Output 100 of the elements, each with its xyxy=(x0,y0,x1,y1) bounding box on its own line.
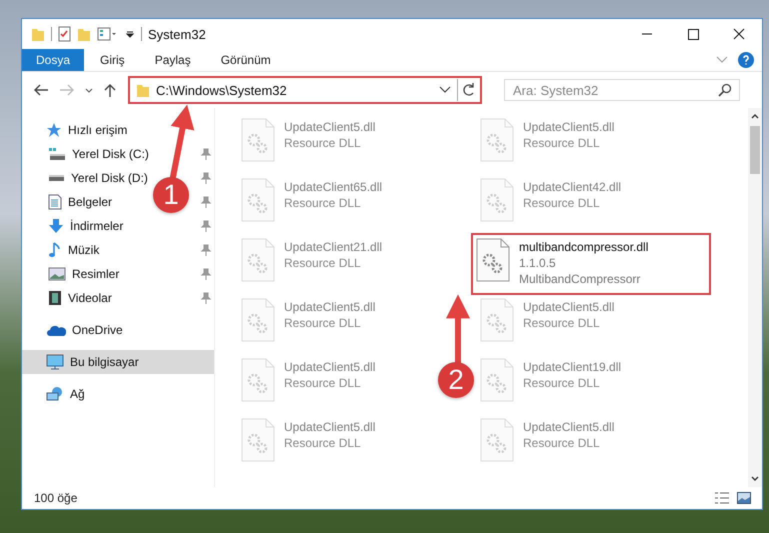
pin-icon[interactable] xyxy=(201,244,211,256)
file-detail: Resource DLL xyxy=(523,195,601,211)
cloud-icon xyxy=(46,323,66,337)
address-path: C:\Windows\System32 xyxy=(156,82,288,98)
dll-file-icon xyxy=(480,178,514,222)
properties-icon[interactable] xyxy=(97,26,119,42)
dll-file-icon xyxy=(480,298,514,342)
nav-item[interactable]: Videolar xyxy=(48,286,112,310)
file-name: UpdateClient42.dll xyxy=(523,179,622,195)
monitor-icon xyxy=(46,354,64,370)
nav-item[interactable]: İndirmeler xyxy=(48,214,124,238)
dll-file-icon xyxy=(241,358,275,402)
nav-item[interactable]: OneDrive xyxy=(22,318,214,342)
file-name: UpdateClient5.dll xyxy=(284,359,376,375)
file-item[interactable]: UpdateClient5.dll Resource DLL xyxy=(478,116,616,172)
nav-item[interactable]: Yerel Disk (C:) xyxy=(48,142,149,166)
file-detail: Resource DLL xyxy=(284,255,362,271)
item-count: 100 öğe xyxy=(34,491,78,505)
document-icon xyxy=(48,194,62,210)
ribbon-tab[interactable]: Dosya xyxy=(22,49,84,71)
dll-file-icon xyxy=(241,418,275,462)
file-item[interactable]: UpdateClient42.dll Resource DLL xyxy=(478,176,624,232)
ribbon-tab[interactable]: Paylaş xyxy=(140,49,205,71)
drive-icon xyxy=(49,175,64,181)
film-icon xyxy=(48,290,62,306)
scrollbar-thumb[interactable] xyxy=(750,126,760,174)
download-arrow-icon xyxy=(48,218,64,234)
pin-icon[interactable] xyxy=(201,148,211,160)
back-button[interactable] xyxy=(32,82,50,98)
file-detail: Resource DLL xyxy=(284,195,362,211)
star-icon xyxy=(46,122,62,138)
file-detail: Resource DLL xyxy=(284,135,362,151)
file-detail: Resource DLL xyxy=(523,435,601,451)
file-name: multibandcompressor.dll xyxy=(519,239,648,255)
file-name: UpdateClient5.dll xyxy=(523,299,614,315)
dll-file-icon xyxy=(241,298,275,342)
scrollbar[interactable] xyxy=(748,108,762,487)
file-item[interactable]: UpdateClient5.dll Resource DLL xyxy=(239,116,378,172)
file-item[interactable]: UpdateClient19.dll Resource DLL xyxy=(478,356,624,412)
chevron-down-icon[interactable] xyxy=(439,86,451,94)
nav-item[interactable]: Müzik xyxy=(48,238,100,262)
file-name: UpdateClient19.dll xyxy=(523,359,622,375)
search-field[interactable]: Ara: System32 xyxy=(504,79,740,101)
file-detail: 1.1.0.5 xyxy=(519,255,557,271)
file-detail: Resource DLL xyxy=(284,315,362,331)
file-item[interactable]: UpdateClient5.dll Resource DLL xyxy=(478,296,616,352)
ribbon-tab[interactable]: Görünüm xyxy=(206,49,285,71)
nav-item[interactable]: Belgeler xyxy=(48,190,112,214)
dll-file-icon xyxy=(480,118,514,162)
large-icons-view-icon[interactable] xyxy=(736,491,752,505)
file-detail: Resource DLL xyxy=(284,375,362,391)
nav-item[interactable]: Yerel Disk (D:) xyxy=(48,166,148,190)
dll-file-icon xyxy=(241,118,275,162)
pin-icon[interactable] xyxy=(201,292,211,304)
arrow xyxy=(446,294,470,364)
ribbon-tab[interactable]: Giriş xyxy=(86,49,139,71)
file-name: UpdateClient5.dll xyxy=(284,119,376,135)
help-icon[interactable] xyxy=(738,52,754,68)
file-name: UpdateClient5.dll xyxy=(523,119,614,135)
dll-file-icon xyxy=(241,238,275,282)
file-name: UpdateClient5.dll xyxy=(284,419,376,435)
file-detail: Resource DLL xyxy=(284,435,362,451)
pin-icon[interactable] xyxy=(201,220,211,232)
music-note-icon xyxy=(48,242,62,258)
network-icon xyxy=(46,386,64,402)
file-name: UpdateClient5.dll xyxy=(284,299,376,315)
nav-item[interactable]: Bu bilgisayar xyxy=(22,350,214,374)
file-item[interactable]: UpdateClient5.dll Resource DLL xyxy=(239,416,378,472)
file-name: UpdateClient65.dll xyxy=(284,179,382,195)
file-item[interactable]: UpdateClient21.dll Resource DLL xyxy=(239,236,384,292)
address-bar[interactable]: C:\Windows\System32 xyxy=(130,79,458,101)
pin-icon[interactable] xyxy=(201,268,211,280)
file-item[interactable]: UpdateClient65.dll Resource DLL xyxy=(239,176,384,232)
file-detail: Resource DLL xyxy=(523,375,601,391)
drive-icon xyxy=(48,146,66,162)
up-button[interactable] xyxy=(102,82,118,98)
file-detail: Resource DLL xyxy=(523,135,601,151)
window-title: System32 xyxy=(148,26,206,42)
file-item[interactable]: UpdateClient5.dll Resource DLL xyxy=(239,296,378,352)
picture-icon xyxy=(48,267,66,281)
search-icon xyxy=(718,83,732,97)
pin-icon[interactable] xyxy=(201,196,211,208)
file-name: UpdateClient21.dll xyxy=(284,239,382,255)
file-item[interactable]: multibandcompressor.dll 1.1.0.5 MultibandCompressorr xyxy=(474,236,708,292)
dll-file-icon xyxy=(480,418,514,462)
pin-icon[interactable] xyxy=(201,172,211,184)
file-name: UpdateClient5.dll xyxy=(523,419,614,435)
file-detail: Resource DLL xyxy=(523,315,601,331)
nav-item[interactable]: Resimler xyxy=(48,262,120,286)
dll-file-icon xyxy=(480,358,514,402)
file-item[interactable]: UpdateClient5.dll Resource DLL xyxy=(478,416,616,472)
file-item[interactable]: UpdateClient5.dll Resource DLL xyxy=(239,356,378,412)
details-view-icon[interactable] xyxy=(714,491,730,505)
dll-file-icon xyxy=(476,238,510,282)
nav-item[interactable]: Ağ xyxy=(22,382,214,406)
dll-file-icon xyxy=(241,178,275,222)
nav-item[interactable]: Hızlı erişim xyxy=(22,118,214,142)
folder-icon xyxy=(136,82,150,98)
checklist-icon[interactable] xyxy=(58,26,71,42)
file-detail: MultibandCompressorr xyxy=(519,271,642,287)
